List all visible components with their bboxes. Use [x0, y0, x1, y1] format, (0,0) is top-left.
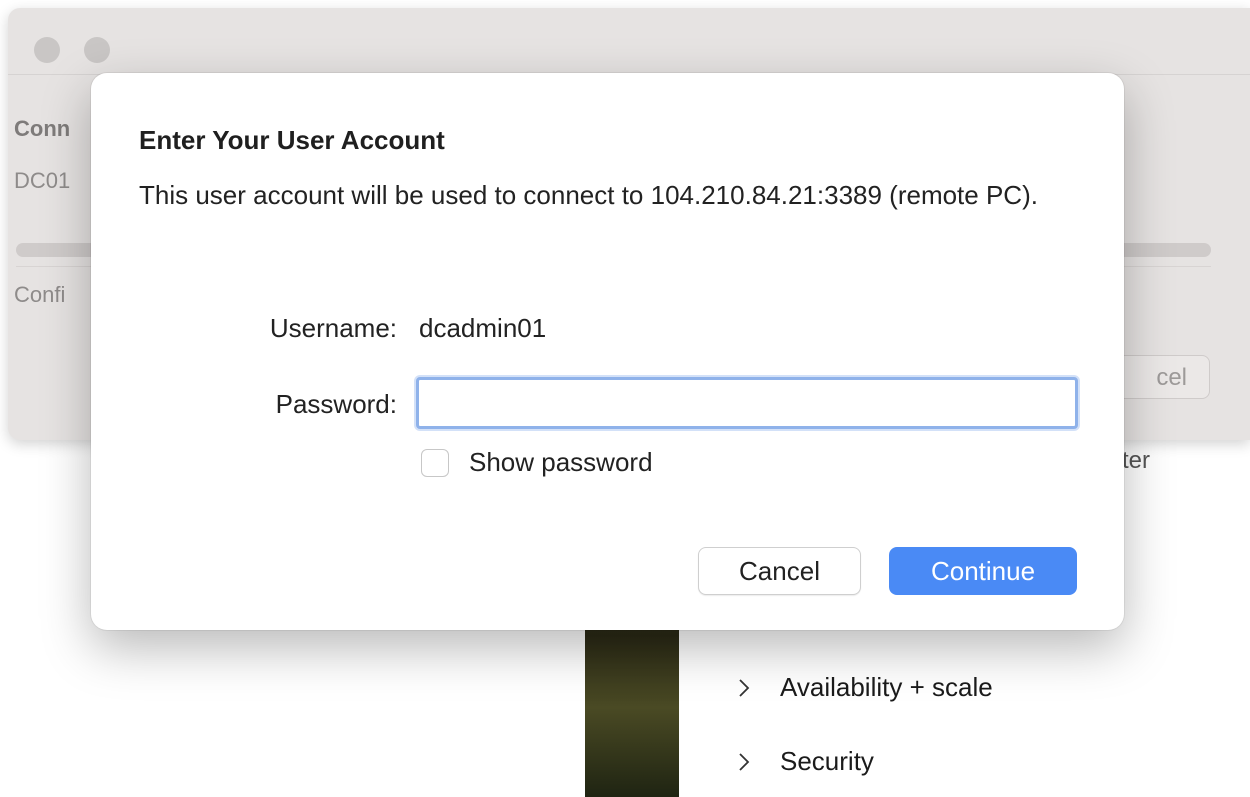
username-value: dcadmin01: [419, 313, 547, 343]
window-close-icon[interactable]: [34, 37, 60, 63]
window-minimize-icon[interactable]: [84, 37, 110, 63]
configuring-status-label: Confi: [14, 282, 66, 307]
user-account-dialog: Enter Your User Account This user accoun…: [91, 73, 1124, 630]
show-password-checkbox[interactable]: [421, 448, 449, 477]
nav-item-security[interactable]: Security: [734, 746, 874, 777]
connection-heading: Conn: [14, 116, 71, 141]
partial-background-text: ter: [1122, 447, 1151, 474]
dialog-title: Enter Your User Account: [139, 125, 445, 155]
cancel-button[interactable]: Cancel: [698, 547, 861, 595]
nav-item-label: Security: [780, 746, 874, 776]
password-field[interactable]: [416, 377, 1078, 429]
username-label: Username:: [269, 313, 397, 343]
pc-name-label: DC01: [14, 168, 71, 193]
show-password-row[interactable]: Show password: [421, 447, 653, 478]
nav-item-label: Availability + scale: [780, 672, 993, 702]
chevron-right-icon: [734, 678, 754, 698]
chevron-right-icon: [734, 752, 754, 772]
continue-button[interactable]: Continue: [889, 547, 1077, 595]
dialog-message: This user account will be used to connec…: [139, 180, 1038, 210]
show-password-label[interactable]: Show password: [469, 447, 653, 478]
nav-item-availability-scale[interactable]: Availability + scale: [734, 672, 993, 703]
password-label: Password:: [275, 389, 397, 419]
